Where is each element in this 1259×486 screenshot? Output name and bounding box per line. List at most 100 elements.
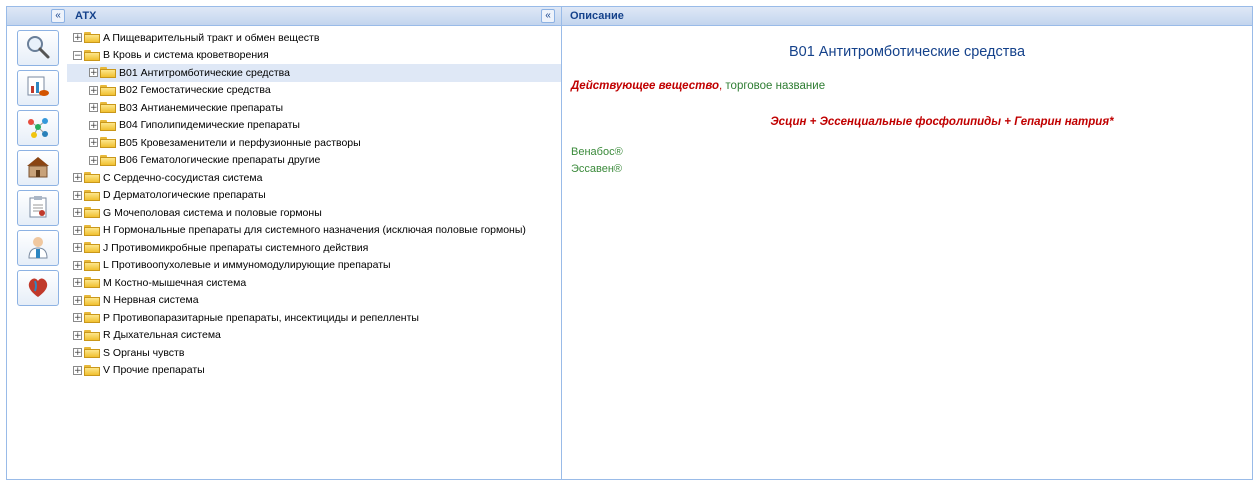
- pharmacy-building-icon: [25, 154, 51, 183]
- expand-icon[interactable]: +: [73, 173, 82, 183]
- folder-icon: [84, 347, 100, 359]
- tree-node-label: B03 Антианемические препараты: [119, 101, 284, 114]
- tree-node-label: L Противоопухолевые и иммуномодулирующие…: [103, 259, 391, 272]
- search-tool-button[interactable]: [17, 30, 59, 66]
- expand-icon[interactable]: +: [89, 120, 98, 130]
- folder-icon: [100, 67, 116, 79]
- pharmacy-tool-button[interactable]: [17, 150, 59, 186]
- folder-icon: [84, 207, 100, 219]
- tree-node[interactable]: + B03 Антианемические препараты: [67, 99, 561, 117]
- doctor-icon: [25, 234, 51, 263]
- tree-node[interactable]: + P Противопаразитарные препараты, инсект…: [67, 309, 561, 327]
- heart-tool-button[interactable]: [17, 270, 59, 306]
- expand-icon[interactable]: +: [73, 365, 82, 375]
- folder-icon: [84, 32, 100, 44]
- folder-icon: [100, 154, 116, 166]
- pills-chart-icon: [25, 74, 51, 103]
- tree-node-label: N Нервная система: [103, 294, 199, 307]
- tree-node[interactable]: + B05 Кровезаменители и перфузионные раст…: [67, 134, 561, 152]
- folder-icon: [84, 224, 100, 236]
- tree-node[interactable]: + R Дыхательная система: [67, 327, 561, 345]
- expand-icon[interactable]: +: [73, 278, 82, 288]
- tree-node-label: B06 Гематологические препараты другие: [119, 154, 321, 167]
- tree-node[interactable]: + H Гормональные препараты для системного…: [67, 222, 561, 240]
- tree-node-label: B02 Гемостатические средства: [119, 84, 271, 97]
- tree-node-label: H Гормональные препараты для системного …: [103, 224, 526, 237]
- document-tool-button[interactable]: [17, 190, 59, 226]
- atc-panel-header: АТХ «: [67, 7, 561, 26]
- folder-icon: [84, 329, 100, 341]
- tree-node[interactable]: + L Противоопухолевые и иммуномодулирующи…: [67, 257, 561, 275]
- expand-icon[interactable]: +: [73, 190, 82, 200]
- tree-node-label: V Прочие препараты: [103, 364, 205, 377]
- pharmacology-tool-button[interactable]: [17, 70, 59, 106]
- collapse-tree-button[interactable]: «: [541, 9, 555, 23]
- folder-icon: [84, 277, 100, 289]
- tree-node[interactable]: + V Прочие препараты: [67, 362, 561, 380]
- tree-node-label: B Кровь и система кроветворения: [103, 49, 269, 62]
- app-frame: « АТХ « + A Пищеварительный тракт и обмен…: [6, 6, 1253, 480]
- brand-link[interactable]: Эссавен®: [571, 163, 622, 175]
- expand-icon[interactable]: +: [73, 33, 82, 43]
- collapse-icon[interactable]: −: [73, 50, 82, 60]
- expand-icon[interactable]: +: [73, 295, 82, 305]
- expand-icon[interactable]: +: [89, 68, 98, 78]
- tree-node[interactable]: + G Мочеполовая система и половые гормоны: [67, 204, 561, 222]
- expand-icon[interactable]: +: [73, 260, 82, 270]
- molecule-tool-button[interactable]: [17, 110, 59, 146]
- atc-panel-title: АТХ: [75, 10, 97, 22]
- tree-node[interactable]: + S Органы чувств: [67, 344, 561, 362]
- atc-tree: + A Пищеварительный тракт и обмен веществ…: [67, 26, 561, 379]
- expand-icon[interactable]: +: [73, 208, 82, 218]
- folder-icon: [84, 242, 100, 254]
- tree-node[interactable]: − B Кровь и система кроветворения: [67, 47, 561, 65]
- folder-icon: [84, 172, 100, 184]
- composition-text: Эсцин + Эссенциальные фосфолипиды + Гепа…: [770, 116, 1114, 128]
- description-panel-title: Описание: [570, 10, 624, 22]
- tool-strip-header: «: [7, 7, 67, 26]
- tree-node[interactable]: + C Сердечно-сосудистая система: [67, 169, 561, 187]
- collapse-strip-button[interactable]: «: [51, 9, 65, 23]
- folder-icon: [100, 137, 116, 149]
- tree-node[interactable]: + B02 Гемостатические средства: [67, 82, 561, 100]
- folder-icon: [84, 364, 100, 376]
- tree-node-label: B05 Кровезаменители и перфузионные раств…: [119, 136, 361, 149]
- folder-icon: [84, 312, 100, 324]
- tree-node-label: M Костно-мышечная система: [103, 276, 247, 289]
- description-title: B01 Антитромботические средства: [788, 44, 1026, 60]
- tree-node-label: D Дерматологические препараты: [103, 189, 266, 202]
- tree-node[interactable]: + B06 Гематологические препараты другие: [67, 152, 561, 170]
- expand-icon[interactable]: +: [73, 243, 82, 253]
- expand-icon[interactable]: +: [73, 225, 82, 235]
- expand-icon[interactable]: +: [89, 155, 98, 165]
- expand-icon[interactable]: +: [73, 330, 82, 340]
- folder-icon: [84, 189, 100, 201]
- brand-link[interactable]: Венабос®: [571, 146, 623, 158]
- expand-icon[interactable]: +: [89, 138, 98, 148]
- expand-icon[interactable]: +: [73, 313, 82, 323]
- clipboard-icon: [25, 194, 51, 223]
- tree-node-label: J Противомикробные препараты системного …: [103, 241, 369, 254]
- magnifier-icon: [25, 34, 51, 63]
- substance-line: Действующее вещество, торговое название: [571, 80, 825, 92]
- tree-node[interactable]: + B04 Гиполипидемические препараты: [67, 117, 561, 135]
- tree-node-label: S Органы чувств: [103, 346, 185, 359]
- tree-node[interactable]: + A Пищеварительный тракт и обмен веществ: [67, 29, 561, 47]
- expand-icon[interactable]: +: [89, 103, 98, 113]
- tree-node-label: P Противопаразитарные препараты, инсекти…: [103, 311, 419, 324]
- tree-node[interactable]: + N Нервная система: [67, 292, 561, 310]
- tree-node-label: B04 Гиполипидемические препараты: [119, 119, 300, 132]
- tree-node-label: G Мочеполовая система и половые гормоны: [103, 206, 322, 219]
- tree-node[interactable]: + M Костно-мышечная система: [67, 274, 561, 292]
- tree-node[interactable]: + B01 Антитромботические средства: [67, 64, 561, 82]
- description-panel-header: Описание: [562, 7, 1252, 26]
- molecule-icon: [25, 114, 51, 143]
- tool-strip: «: [7, 7, 68, 479]
- expand-icon[interactable]: +: [73, 348, 82, 358]
- tree-node[interactable]: + J Противомикробные препараты системного…: [67, 239, 561, 257]
- folder-icon: [84, 49, 100, 61]
- tree-node[interactable]: + D Дерматологические препараты: [67, 187, 561, 205]
- expand-icon[interactable]: +: [89, 85, 98, 95]
- doctor-tool-button[interactable]: [17, 230, 59, 266]
- heart-icon: [25, 274, 51, 303]
